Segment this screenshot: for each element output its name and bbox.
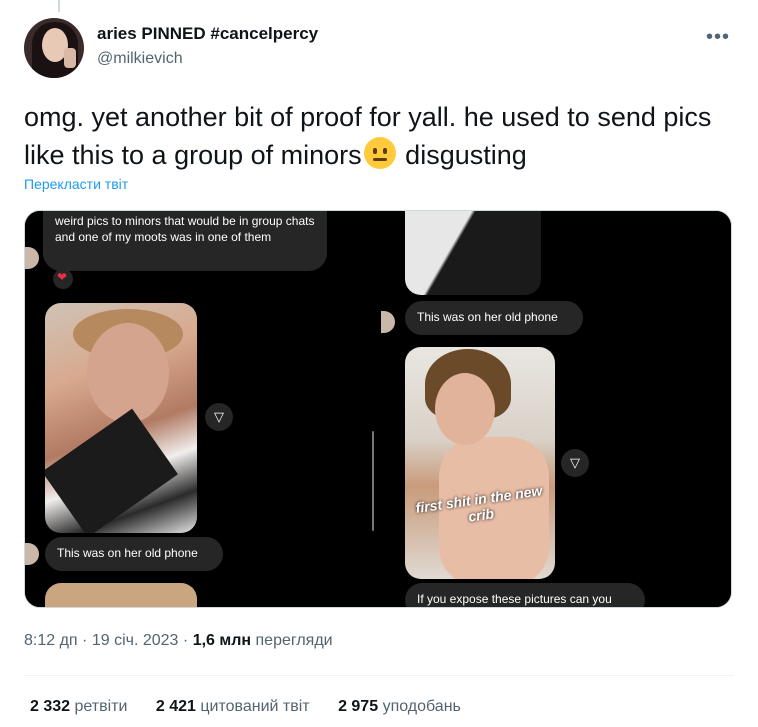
author-handle[interactable]: @milkievich xyxy=(97,50,183,68)
retweets-stat[interactable]: 2 332 ретвіти xyxy=(30,698,127,716)
tweet-time[interactable]: 8:12 дп xyxy=(24,632,78,649)
likes-stat[interactable]: 2 975 уподобань xyxy=(338,698,461,716)
views-label: перегляди xyxy=(255,632,333,649)
heart-reaction-icon xyxy=(53,269,73,289)
photo-face xyxy=(435,373,495,445)
photo-background xyxy=(45,408,178,533)
chat-message-bubble: This was on her old phone xyxy=(405,301,583,335)
tweet-timestamp: 8:12 дп · 19 січ. 2023 · 1,6 млн перегля… xyxy=(24,632,333,650)
tweet-date[interactable]: 19 січ. 2023 xyxy=(92,632,179,649)
tweet-text-part: disgusting xyxy=(397,140,527,170)
chat-avatar xyxy=(25,247,39,269)
chat-scrollbar xyxy=(372,431,374,531)
neutral-face-emoji-icon xyxy=(363,137,396,169)
author-display-name[interactable]: aries PINNED #cancelpercy xyxy=(97,24,318,44)
chat-message-bubble: weird pics to minors that would be in gr… xyxy=(43,211,327,271)
quotes-count: 2 421 xyxy=(155,698,196,715)
chat-photo xyxy=(405,211,541,295)
likes-label: уподобань xyxy=(382,698,461,715)
thread-connector-line xyxy=(58,0,60,12)
author-avatar[interactable] xyxy=(24,18,84,78)
translate-tweet-link[interactable]: Перекласти твіт xyxy=(24,176,128,192)
retweets-count: 2 332 xyxy=(30,698,71,715)
chat-photo xyxy=(45,303,197,533)
chat-avatar xyxy=(25,543,39,565)
media-image-left[interactable]: weird pics to minors that would be in gr… xyxy=(25,211,377,607)
media-image-right[interactable]: This was on her old phone first shit in … xyxy=(381,211,731,607)
photo-face xyxy=(87,323,169,423)
share-arrow-icon: ▽ xyxy=(205,403,233,431)
more-dots-icon[interactable]: ••• xyxy=(706,26,730,49)
chat-avatar xyxy=(381,311,395,333)
retweets-label: ретвіти xyxy=(74,698,128,715)
quotes-stat[interactable]: 2 421 цитований твіт xyxy=(156,698,310,716)
chat-message-bubble: If you expose these pictures can you xyxy=(405,583,645,607)
separator: · xyxy=(182,632,189,649)
share-arrow-icon: ▽ xyxy=(561,449,589,477)
tweet-text: omg. yet another bit of proof for yall. … xyxy=(24,98,724,174)
avatar-phone-hand xyxy=(64,48,76,68)
divider xyxy=(24,675,734,676)
quotes-label: цитований твіт xyxy=(200,698,310,715)
views-count: 1,6 млн xyxy=(192,632,252,649)
separator: · xyxy=(82,632,88,649)
chat-photo xyxy=(45,583,197,607)
tweet-media[interactable]: weird pics to minors that would be in gr… xyxy=(24,210,732,608)
chat-photo: first shit in the new crib xyxy=(405,347,555,579)
likes-count: 2 975 xyxy=(338,698,379,715)
chat-message-bubble: This was on her old phone xyxy=(45,537,223,571)
engagement-stats: 2 332 ретвіти 2 421 цитований твіт 2 975… xyxy=(30,698,485,716)
